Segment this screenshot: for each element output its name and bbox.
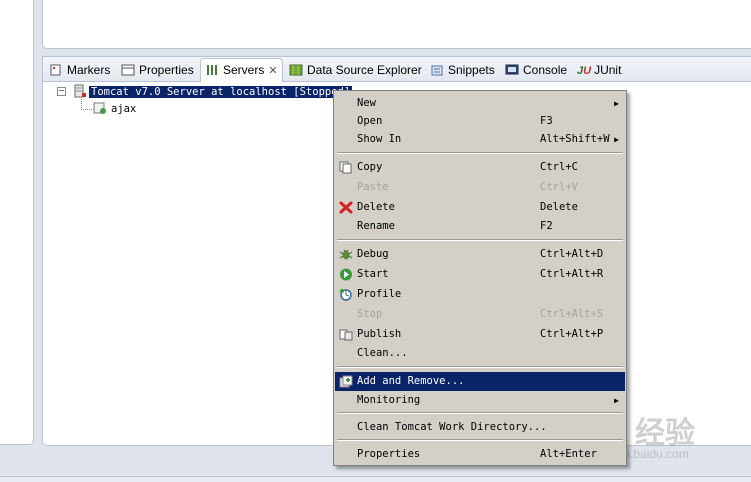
- context-menu: New ▶ Open F3 Show In Alt+Shift+W ▶ Copy…: [333, 90, 627, 466]
- servers-icon: [207, 65, 217, 75]
- copy-icon: [339, 161, 352, 174]
- menu-item-delete[interactable]: Delete Delete: [335, 198, 625, 217]
- start-icon: [340, 268, 352, 281]
- menu-item-clean-work-directory[interactable]: Clean Tomcat Work Directory...: [335, 418, 625, 437]
- tab-snippets[interactable]: Snippets: [430, 60, 495, 80]
- menu-item-debug[interactable]: Debug Ctrl+Alt+D: [335, 245, 625, 264]
- publish-icon: [339, 329, 353, 341]
- tab-console[interactable]: Console: [505, 60, 567, 80]
- tab-markers[interactable]: Markers: [49, 60, 110, 80]
- junit-icon: JU: [577, 65, 592, 77]
- menu-item-monitoring[interactable]: Monitoring ▶: [335, 391, 625, 410]
- menu-item-profile[interactable]: Profile: [335, 285, 625, 304]
- menu-item-properties[interactable]: Properties Alt+Enter: [335, 445, 625, 464]
- menu-separator: [337, 439, 623, 441]
- server-icon: [74, 84, 86, 98]
- project-icon: [93, 102, 106, 114]
- close-tab-icon[interactable]: ✕: [268, 65, 277, 77]
- tree-connector: [81, 99, 92, 110]
- data-source-icon: [289, 64, 303, 76]
- menu-item-rename[interactable]: Rename F2: [335, 217, 625, 236]
- menu-separator: [337, 152, 623, 154]
- menu-separator: [337, 239, 623, 241]
- menu-item-clean[interactable]: Clean...: [335, 344, 625, 363]
- project-tree-item[interactable]: ajax: [111, 101, 136, 117]
- menu-separator: [337, 412, 623, 414]
- debug-icon: [339, 249, 353, 260]
- add-remove-icon: [339, 375, 353, 388]
- editor-area: [42, 0, 751, 49]
- menu-item-start[interactable]: Start Ctrl+Alt+R: [335, 265, 625, 284]
- menu-separator: [337, 366, 623, 368]
- menu-item-open[interactable]: Open F3: [335, 112, 625, 131]
- markers-icon: [50, 64, 61, 76]
- delete-icon: [339, 201, 353, 214]
- server-tree-item[interactable]: Tomcat v7.0 Server at localhost [Stopped…: [89, 84, 353, 100]
- left-editor-panel: [0, 0, 34, 445]
- collapse-toggle[interactable]: −: [57, 87, 66, 96]
- submenu-arrow-icon: ▶: [614, 396, 619, 405]
- menu-item-new[interactable]: New ▶: [335, 94, 625, 113]
- submenu-arrow-icon: ▶: [614, 135, 619, 144]
- console-icon: [505, 64, 519, 75]
- submenu-arrow-icon: ▶: [614, 99, 619, 108]
- menu-item-copy[interactable]: Copy Ctrl+C: [335, 158, 625, 177]
- menu-item-paste[interactable]: Paste Ctrl+V: [335, 178, 625, 197]
- tab-properties[interactable]: Properties: [121, 60, 194, 80]
- profile-icon: [340, 289, 352, 301]
- status-strip: [0, 476, 751, 482]
- menu-item-add-and-remove[interactable]: Add and Remove...: [335, 372, 625, 391]
- tab-junit[interactable]: JU JUnit: [577, 60, 621, 80]
- menu-item-stop[interactable]: Stop Ctrl+Alt+S: [335, 305, 625, 324]
- snippets-icon: [431, 65, 443, 76]
- tab-data-source-explorer[interactable]: Data Source Explorer: [289, 60, 422, 80]
- view-tab-bar: Markers Properties Servers ✕ Data Source …: [43, 57, 751, 82]
- properties-icon: [121, 64, 135, 76]
- menu-item-show-in[interactable]: Show In Alt+Shift+W ▶: [335, 130, 625, 149]
- menu-item-publish[interactable]: Publish Ctrl+Alt+P: [335, 325, 625, 344]
- tab-servers[interactable]: Servers ✕: [200, 58, 283, 82]
